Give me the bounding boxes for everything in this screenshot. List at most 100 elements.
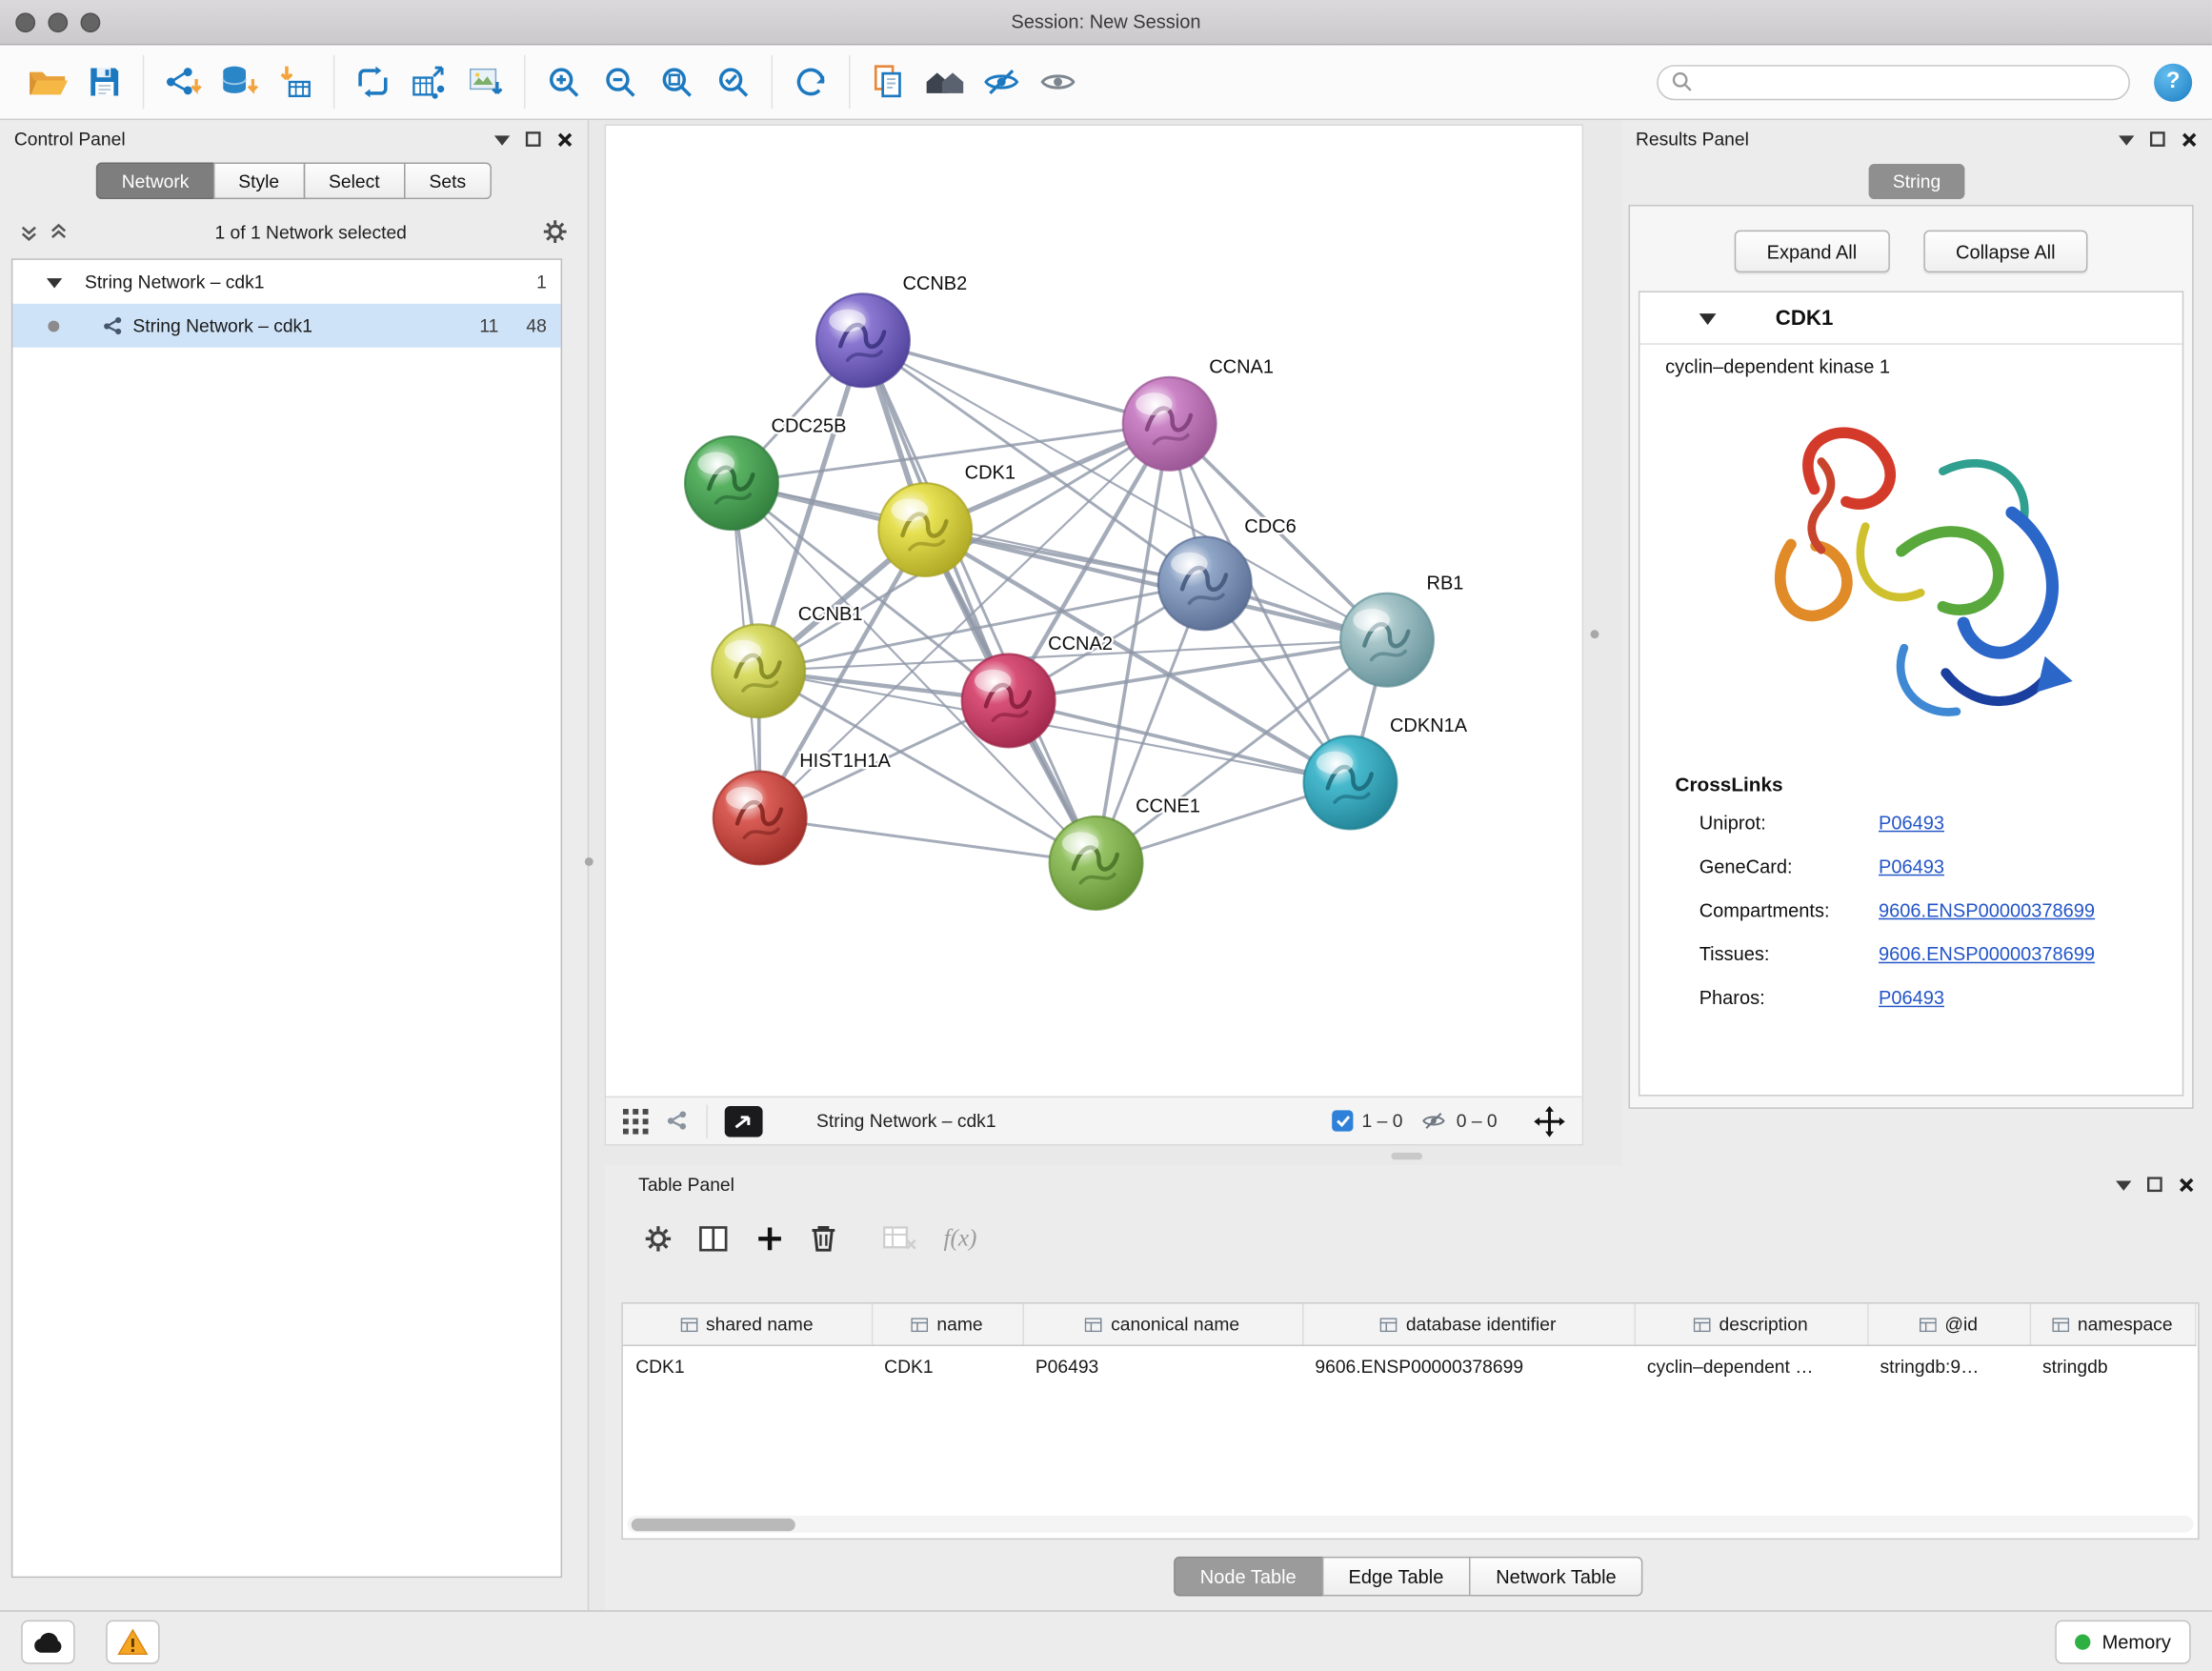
network-row[interactable]: String Network – cdk1 11 48	[12, 304, 560, 348]
network-collection-row[interactable]: String Network – cdk1 1	[12, 260, 560, 304]
network-node-CDKN1A[interactable]: CDKN1A	[1304, 715, 1468, 829]
network-node-CCNB1[interactable]: CCNB1	[712, 604, 862, 717]
panel-caret-icon[interactable]	[2116, 1178, 2131, 1190]
network-from-table-button[interactable]	[401, 52, 457, 111]
column-header[interactable]: @id	[1867, 1304, 2030, 1346]
panel-maximize-icon[interactable]	[2150, 131, 2165, 147]
import-network-database-button[interactable]	[211, 52, 267, 111]
zoom-out-button[interactable]	[592, 52, 648, 111]
tab-style[interactable]: Style	[213, 163, 305, 200]
crosslink-link[interactable]: 9606.ENSP00000378699	[1879, 899, 2095, 920]
birdseye-view-icon[interactable]	[725, 1105, 763, 1137]
share-view-icon[interactable]	[665, 1109, 689, 1133]
gear-icon[interactable]	[542, 219, 568, 245]
tab-node-table[interactable]: Node Table	[1174, 1557, 1323, 1597]
column-header[interactable]: namespace	[2030, 1304, 2195, 1346]
window-titlebar[interactable]: Session: New Session	[0, 0, 2212, 45]
panel-close-icon[interactable]	[2181, 131, 2198, 148]
duplicate-network-button[interactable]	[860, 52, 916, 111]
zoom-selected-button[interactable]	[705, 52, 761, 111]
node-details-header[interactable]: CDK1	[1639, 292, 2182, 345]
left-splitter-handle[interactable]	[585, 857, 593, 866]
table-row[interactable]: CDK1CDK1P064939606.ENSP00000378699cyclin…	[623, 1345, 2195, 1385]
import-network-file-button[interactable]	[154, 52, 211, 111]
column-header[interactable]: database identifier	[1302, 1304, 1634, 1346]
selected-checkbox-icon[interactable]	[1332, 1110, 1353, 1131]
panel-maximize-icon[interactable]	[526, 131, 541, 147]
bottom-splitter-handle[interactable]	[1391, 1153, 1422, 1159]
delete-trash-icon[interactable]	[811, 1225, 836, 1254]
table-header-row[interactable]: shared namenamecanonical namedatabase id…	[623, 1304, 2195, 1346]
network-view[interactable]: CCNB2CCNA1CDC25BCDK1CDC6RB1CCNB1CCNA2CDK…	[605, 124, 1584, 1145]
panel-close-icon[interactable]	[556, 131, 573, 148]
column-header[interactable]: name	[872, 1304, 1023, 1346]
toolbar-search-box[interactable]	[1657, 64, 2130, 99]
panel-maximize-icon[interactable]	[2147, 1177, 2162, 1192]
tab-network-table[interactable]: Network Table	[1469, 1557, 1643, 1597]
grid-view-icon[interactable]	[623, 1108, 649, 1134]
show-all-views-button[interactable]	[916, 52, 973, 111]
network-canvas[interactable]: CCNB2CCNA1CDC25BCDK1CDC6RB1CCNB1CCNA2CDK…	[606, 126, 1582, 1097]
database-import-icon	[217, 64, 259, 101]
network-node-CCNA1[interactable]: CCNA1	[1123, 356, 1274, 470]
node-table[interactable]: shared namenamecanonical namedatabase id…	[621, 1302, 2199, 1540]
expand-all-button[interactable]: Expand All	[1735, 231, 1890, 272]
node-label: CDK1	[965, 463, 1016, 484]
pan-move-icon[interactable]	[1534, 1105, 1565, 1137]
cloud-status-button[interactable]	[21, 1621, 74, 1664]
show-columns-icon[interactable]	[699, 1226, 729, 1252]
refresh-view-button[interactable]	[782, 52, 838, 111]
warnings-button[interactable]	[106, 1621, 159, 1664]
zoom-in-button[interactable]	[535, 52, 592, 111]
zoom-fit-button[interactable]	[649, 52, 705, 111]
network-view-title: String Network – cdk1	[816, 1110, 1316, 1131]
tab-edge-table[interactable]: Edge Table	[1321, 1557, 1470, 1597]
column-header[interactable]: canonical name	[1022, 1304, 1302, 1346]
crosslink-link[interactable]: P06493	[1879, 813, 1944, 834]
add-column-plus-icon[interactable]	[755, 1225, 784, 1254]
disclosure-triangle-icon[interactable]	[47, 276, 62, 288]
crosslink-link[interactable]: 9606.ENSP00000378699	[1879, 943, 2095, 964]
hide-details-button[interactable]	[974, 52, 1030, 111]
column-header[interactable]: shared name	[623, 1304, 872, 1346]
scrollbar-thumb[interactable]	[632, 1518, 795, 1530]
disclosure-triangle-icon[interactable]	[1699, 312, 1717, 324]
import-table-button[interactable]	[267, 52, 323, 111]
function-builder-button[interactable]: f(x)	[943, 1225, 976, 1254]
panel-caret-icon[interactable]	[494, 133, 510, 145]
collapse-all-button[interactable]: Collapse All	[1923, 231, 2088, 272]
tab-network[interactable]: Network	[96, 163, 214, 200]
results-tab-string[interactable]: String	[1869, 164, 1965, 199]
memory-button[interactable]: Memory	[2056, 1621, 2191, 1664]
network-label: String Network – cdk1	[132, 315, 312, 336]
column-header[interactable]: description	[1634, 1304, 1867, 1346]
help-button[interactable]: ?	[2154, 63, 2192, 101]
zoom-out-icon	[602, 64, 639, 101]
save-session-button[interactable]	[76, 52, 132, 111]
table-cell: stringdb	[2030, 1345, 2195, 1385]
open-session-button[interactable]	[20, 52, 76, 111]
new-network-button[interactable]	[345, 52, 401, 111]
show-details-button[interactable]	[1030, 52, 1086, 111]
search-input[interactable]	[1702, 70, 2116, 93]
right-splitter-handle[interactable]	[1591, 630, 1599, 638]
collapse-all-icon[interactable]	[20, 223, 38, 241]
folder-open-icon	[27, 64, 69, 101]
table-settings-gear-icon[interactable]	[644, 1225, 673, 1254]
export-image-button[interactable]	[457, 52, 513, 111]
panel-close-icon[interactable]	[2178, 1176, 2195, 1193]
network-node-HIST1H1A[interactable]: HIST1H1A	[714, 751, 892, 864]
node-label: CCNA1	[1209, 356, 1274, 377]
table-panel: Table Panel f(x) shared namenamecanonica…	[605, 1165, 2212, 1610]
crosslink-link[interactable]: P06493	[1879, 987, 1944, 1008]
status-bar: Memory	[0, 1610, 2212, 1671]
network-node-RB1[interactable]: RB1	[1340, 573, 1463, 686]
crosslink-link[interactable]: P06493	[1879, 856, 1944, 877]
expand-all-icon[interactable]	[50, 223, 68, 241]
panel-caret-icon[interactable]	[2119, 133, 2134, 145]
network-node-CCNB2[interactable]: CCNB2	[816, 273, 967, 387]
network-node-CDK1[interactable]: CDK1	[878, 463, 1016, 576]
tab-select[interactable]: Select	[303, 163, 405, 200]
tab-sets[interactable]: Sets	[404, 163, 492, 200]
horizontal-scrollbar[interactable]	[627, 1516, 2193, 1533]
